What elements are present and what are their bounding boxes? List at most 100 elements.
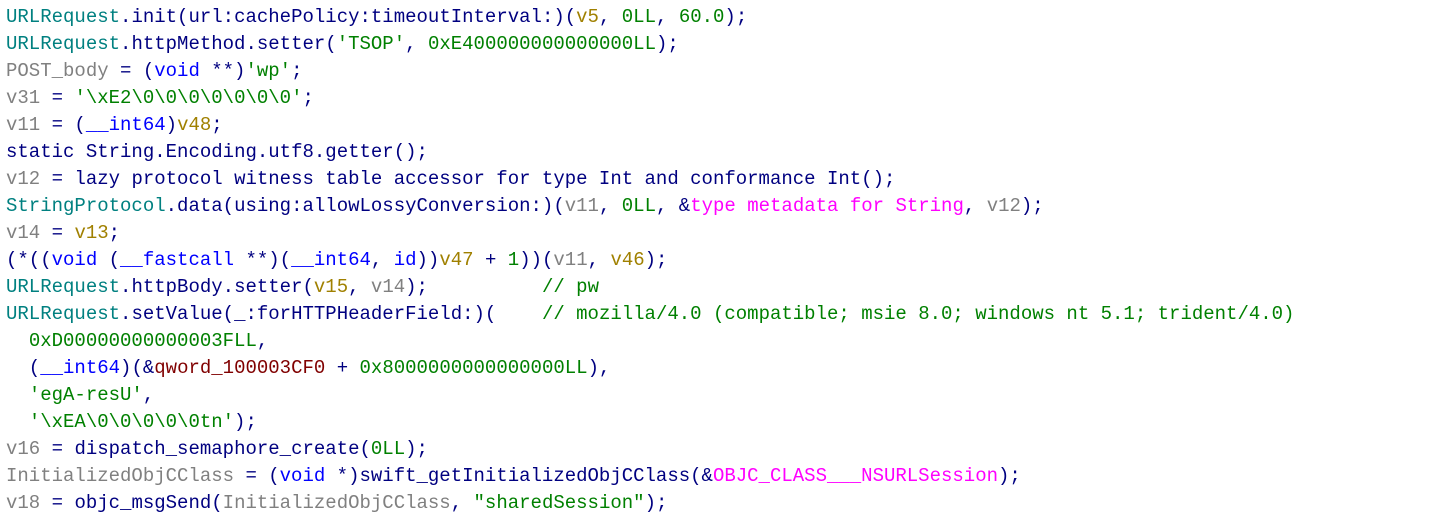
- code-token: :: [291, 195, 302, 217]
- code-token: swift_getInitializedObjCClass: [359, 465, 690, 487]
- code-token: ();: [861, 168, 895, 190]
- code-token: :: [360, 6, 371, 28]
- code-line: v12 = lazy protocol witness table access…: [6, 166, 1434, 193]
- code-token: ,: [588, 249, 611, 271]
- code-token: 60.0: [679, 6, 725, 28]
- code-token: v12: [987, 195, 1021, 217]
- code-token: **): [200, 60, 246, 82]
- code-line: 'egA-resU',: [6, 382, 1434, 409]
- code-token: = (: [109, 60, 155, 82]
- code-token: );: [724, 6, 747, 28]
- code-token: // mozilla/4.0 (compatible; msie 8.0; wi…: [542, 303, 1295, 325]
- code-token: v48: [177, 114, 211, 136]
- code-token: .: [120, 276, 131, 298]
- code-line: v14 = v13;: [6, 220, 1434, 247]
- code-token: [6, 411, 29, 433]
- code-token: );: [234, 411, 257, 433]
- code-token: v14: [6, 222, 40, 244]
- code-token: StringProtocol: [6, 195, 166, 217]
- code-block: URLRequest.init(url:cachePolicy:timeoutI…: [0, 0, 1440, 514]
- code-token: URLRequest: [6, 33, 120, 55]
- code-token: timeoutInterval: [371, 6, 542, 28]
- code-token: v16: [6, 438, 40, 460]
- code-token: ,: [656, 6, 679, 28]
- code-token: :)(: [462, 303, 542, 325]
- code-line: InitializedObjCClass = (void *)swift_get…: [6, 463, 1434, 490]
- code-token: ,: [405, 33, 428, 55]
- code-token: 0xD00000000000003FLL: [29, 330, 257, 352]
- code-line: (*((void (__fastcall **)(__int64, id))v4…: [6, 247, 1434, 274]
- code-token: (: [211, 492, 222, 514]
- code-token: __int64: [291, 249, 371, 271]
- code-token: =: [40, 492, 74, 514]
- code-token: .: [120, 6, 131, 28]
- code-token: ))(: [519, 249, 553, 271]
- code-token: (: [223, 303, 234, 325]
- code-token: void: [280, 465, 326, 487]
- code-token: __fastcall: [120, 249, 234, 271]
- code-line: v18 = objc_msgSend(InitializedObjCClass,…: [6, 490, 1434, 514]
- code-token: ;: [211, 114, 222, 136]
- code-token: forHTTPHeaderField: [257, 303, 462, 325]
- code-line: v11 = (__int64)v48;: [6, 112, 1434, 139]
- code-token: id: [394, 249, 417, 271]
- code-token: (: [325, 33, 336, 55]
- code-token: ,: [257, 330, 268, 352]
- code-token: httpMethod: [131, 33, 245, 55]
- code-token: String: [86, 141, 154, 163]
- code-line: URLRequest.setValue(_:forHTTPHeaderField…: [6, 301, 1434, 328]
- code-token: (: [359, 438, 370, 460]
- code-token: v13: [74, 222, 108, 244]
- code-token: ,: [143, 384, 154, 406]
- code-token: (: [302, 276, 313, 298]
- code-token: , &: [656, 195, 690, 217]
- code-token: data: [177, 195, 223, 217]
- code-line: URLRequest.httpBody.setter(v15, v14); //…: [6, 274, 1434, 301]
- code-line: URLRequest.init(url:cachePolicy:timeoutI…: [6, 4, 1434, 31]
- code-token: +: [325, 357, 359, 379]
- code-token: getter: [325, 141, 393, 163]
- code-token: ,: [964, 195, 987, 217]
- code-token: cachePolicy: [234, 6, 359, 28]
- code-line: 0xD00000000000003FLL,: [6, 328, 1434, 355]
- code-token: 'TSOP': [337, 33, 405, 55]
- code-token: '\xE2\0\0\0\0\0\0\0': [74, 87, 302, 109]
- code-token: =: [40, 438, 74, 460]
- code-token: );: [656, 33, 679, 55]
- code-token: URLRequest: [6, 6, 120, 28]
- code-token: = (: [40, 114, 86, 136]
- code-token: :)(: [531, 195, 565, 217]
- code-token: 0LL: [622, 6, 656, 28]
- code-token: InitializedObjCClass: [223, 492, 451, 514]
- code-token: 'egA-resU': [29, 384, 143, 406]
- code-token: :)(: [542, 6, 576, 28]
- code-token: (&: [690, 465, 713, 487]
- code-token: (*((: [6, 249, 52, 271]
- code-token: 1: [508, 249, 519, 271]
- code-token: ;: [302, 87, 313, 109]
- code-token: '\xEA\0\0\0\0\0tn': [29, 411, 234, 433]
- code-token: URLRequest: [6, 276, 120, 298]
- code-token: ();: [394, 141, 428, 163]
- code-line: StringProtocol.data(using:allowLossyConv…: [6, 193, 1434, 220]
- code-token: utf8: [268, 141, 314, 163]
- code-token: .: [223, 276, 234, 298]
- code-token: v11: [565, 195, 599, 217]
- code-token: v15: [314, 276, 348, 298]
- code-line: POST_body = (void **)'wp';: [6, 58, 1434, 85]
- code-token: ,: [451, 492, 474, 514]
- code-token: .: [120, 303, 131, 325]
- code-token: OBJC_CLASS___NSURLSession: [713, 465, 998, 487]
- code-token: void: [154, 60, 200, 82]
- code-token: v46: [610, 249, 644, 271]
- code-token: .: [154, 141, 165, 163]
- code-token: +: [474, 249, 508, 271]
- code-token: v5: [576, 6, 599, 28]
- code-token: );: [405, 438, 428, 460]
- code-token: v12: [6, 168, 40, 190]
- code-token: );: [998, 465, 1021, 487]
- code-token: _: [234, 303, 245, 325]
- code-token: POST_body: [6, 60, 109, 82]
- code-token: init: [131, 6, 177, 28]
- code-token: 0LL: [371, 438, 405, 460]
